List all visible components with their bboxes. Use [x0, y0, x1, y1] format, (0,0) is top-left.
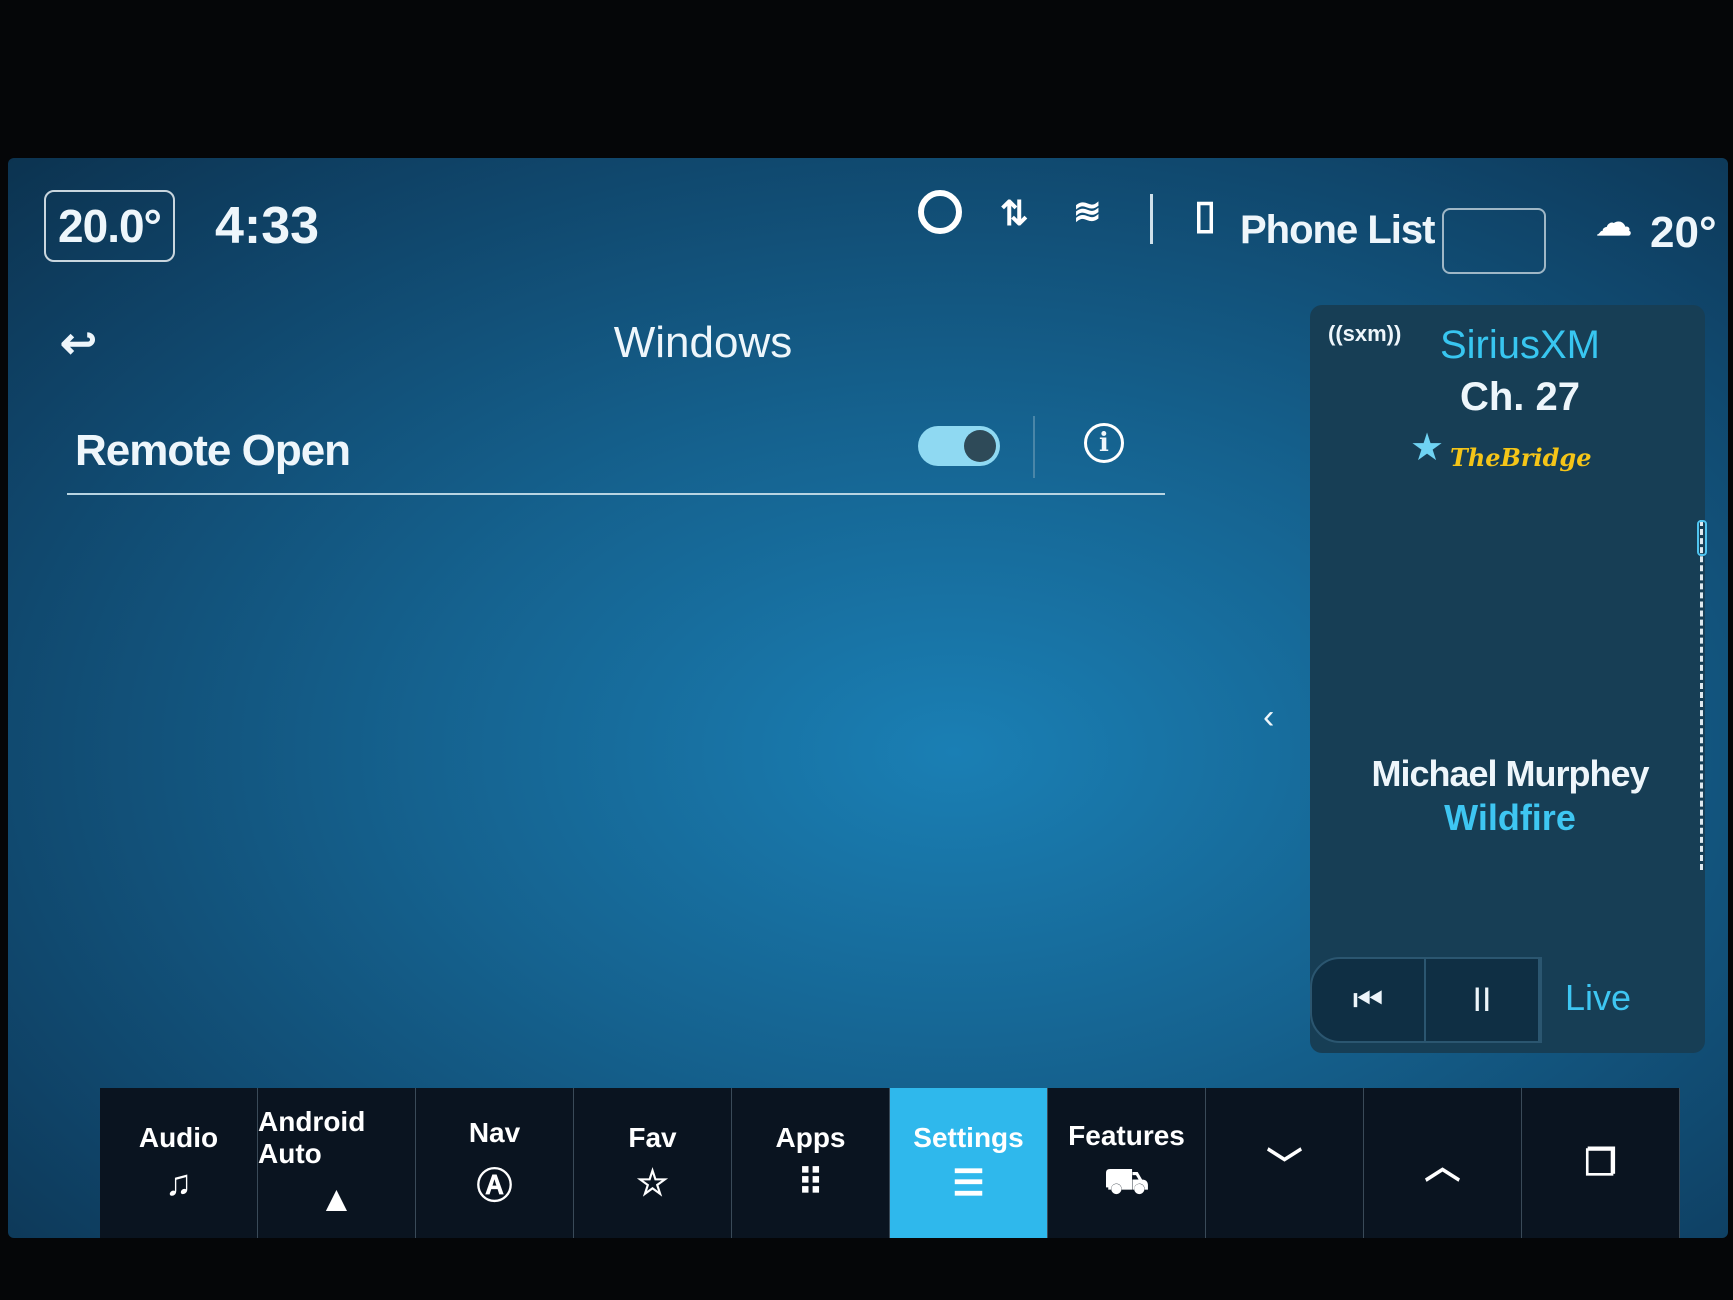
- station-logo: TheBridge: [1450, 443, 1592, 472]
- settings-sliders-icon: ☰: [952, 1162, 985, 1203]
- star-icon[interactable]: ★: [1410, 425, 1444, 470]
- nav-label: Features: [1068, 1119, 1185, 1151]
- phone-list-button[interactable]: Phone List: [1240, 208, 1435, 253]
- artist-name: Michael Murphey: [1371, 753, 1649, 794]
- nav-label: Android Auto: [258, 1106, 366, 1169]
- favorite-add-icon: ☆: [636, 1162, 669, 1203]
- nav-apps-button[interactable]: Apps ⠿: [732, 1088, 890, 1238]
- divider: [1033, 416, 1035, 478]
- info-icon[interactable]: i: [1084, 423, 1124, 463]
- scrollbar[interactable]: [1697, 520, 1707, 870]
- live-button[interactable]: Live: [1565, 977, 1631, 1019]
- outside-temperature: 20°: [1650, 208, 1717, 257]
- playback-controls: ⏮ II: [1310, 957, 1542, 1043]
- truck-icon: ⛟: [1103, 1159, 1150, 1201]
- nav-nav-button[interactable]: Nav Ⓐ: [416, 1088, 574, 1238]
- sxm-logo-icon: ((sxm)): [1328, 321, 1402, 346]
- nav-label: Nav: [468, 1117, 521, 1148]
- clock: 4:33: [215, 197, 320, 255]
- nav-audio-button[interactable]: Audio ♫: [100, 1088, 258, 1238]
- back-arrow-icon[interactable]: ↩: [60, 318, 97, 369]
- pause-button[interactable]: II: [1426, 959, 1540, 1041]
- climate-temperature-button[interactable]: 20.0°: [44, 190, 175, 262]
- infotainment-screen: 20.0° 4:33 ⇅ ≋ ▯ Phone List ☁ 20° ↩ Wind…: [8, 158, 1728, 1238]
- nav-settings-button[interactable]: Settings ☰: [890, 1088, 1048, 1238]
- android-auto-icon: ▲: [318, 1178, 355, 1219]
- remote-open-label: Remote Open: [75, 426, 351, 475]
- nav-label: Audio: [138, 1122, 219, 1153]
- navigation-icon: Ⓐ: [476, 1165, 513, 1206]
- apps-grid-icon: ⠿: [797, 1162, 824, 1203]
- media-source: SiriusXM: [1439, 323, 1601, 367]
- remote-open-toggle[interactable]: [918, 426, 1000, 466]
- phone-icon[interactable]: ▯: [1194, 192, 1216, 238]
- nav-android-auto-button[interactable]: Android Auto ▲: [258, 1088, 416, 1238]
- rewind-button[interactable]: ⏮: [1312, 959, 1426, 1041]
- cloud-thermometer-icon: ☁: [1596, 202, 1632, 243]
- chevron-down-icon: ﹀: [1266, 1145, 1303, 1186]
- empty-status-button[interactable]: [1442, 208, 1546, 274]
- toggle-knob: [964, 430, 996, 462]
- nav-scroll-down-button[interactable]: ﹀: [1206, 1088, 1364, 1238]
- nav-windows-button[interactable]: ❐: [1522, 1088, 1680, 1238]
- nav-fav-button[interactable]: Fav ☆: [574, 1088, 732, 1238]
- media-panel[interactable]: ((sxm)) SiriusXM Ch. 27 ★ TheBridge Mich…: [1310, 305, 1705, 1053]
- nav-label: Apps: [775, 1122, 846, 1153]
- channel-number: Ch. 27: [1459, 375, 1581, 419]
- nav-scroll-up-button[interactable]: ︿: [1364, 1088, 1522, 1238]
- nav-features-button[interactable]: Features ⛟: [1048, 1088, 1206, 1238]
- song-title: Wildfire: [1444, 797, 1576, 838]
- nav-label: Fav: [628, 1122, 677, 1153]
- wifi-icon: ≋: [1073, 193, 1102, 231]
- chevron-up-icon: ︿: [1424, 1145, 1461, 1186]
- page-title: Windows: [613, 318, 793, 367]
- collapse-panel-chevron-icon[interactable]: ‹: [1263, 698, 1274, 737]
- windows-stack-icon: ❐: [1584, 1142, 1617, 1183]
- scrollbar-thumb[interactable]: [1697, 520, 1707, 556]
- music-note-icon: ♫: [165, 1162, 192, 1203]
- bottom-nav-bar: Audio ♫ Android Auto ▲ Nav Ⓐ Fav ☆ Apps ⠿ Settings…: [100, 1088, 1680, 1238]
- status-divider: [1150, 194, 1153, 244]
- alexa-icon[interactable]: [918, 190, 962, 234]
- nav-label: Settings: [913, 1122, 1024, 1153]
- data-transfer-icon: ⇅: [1000, 195, 1029, 233]
- row-divider: [67, 493, 1165, 495]
